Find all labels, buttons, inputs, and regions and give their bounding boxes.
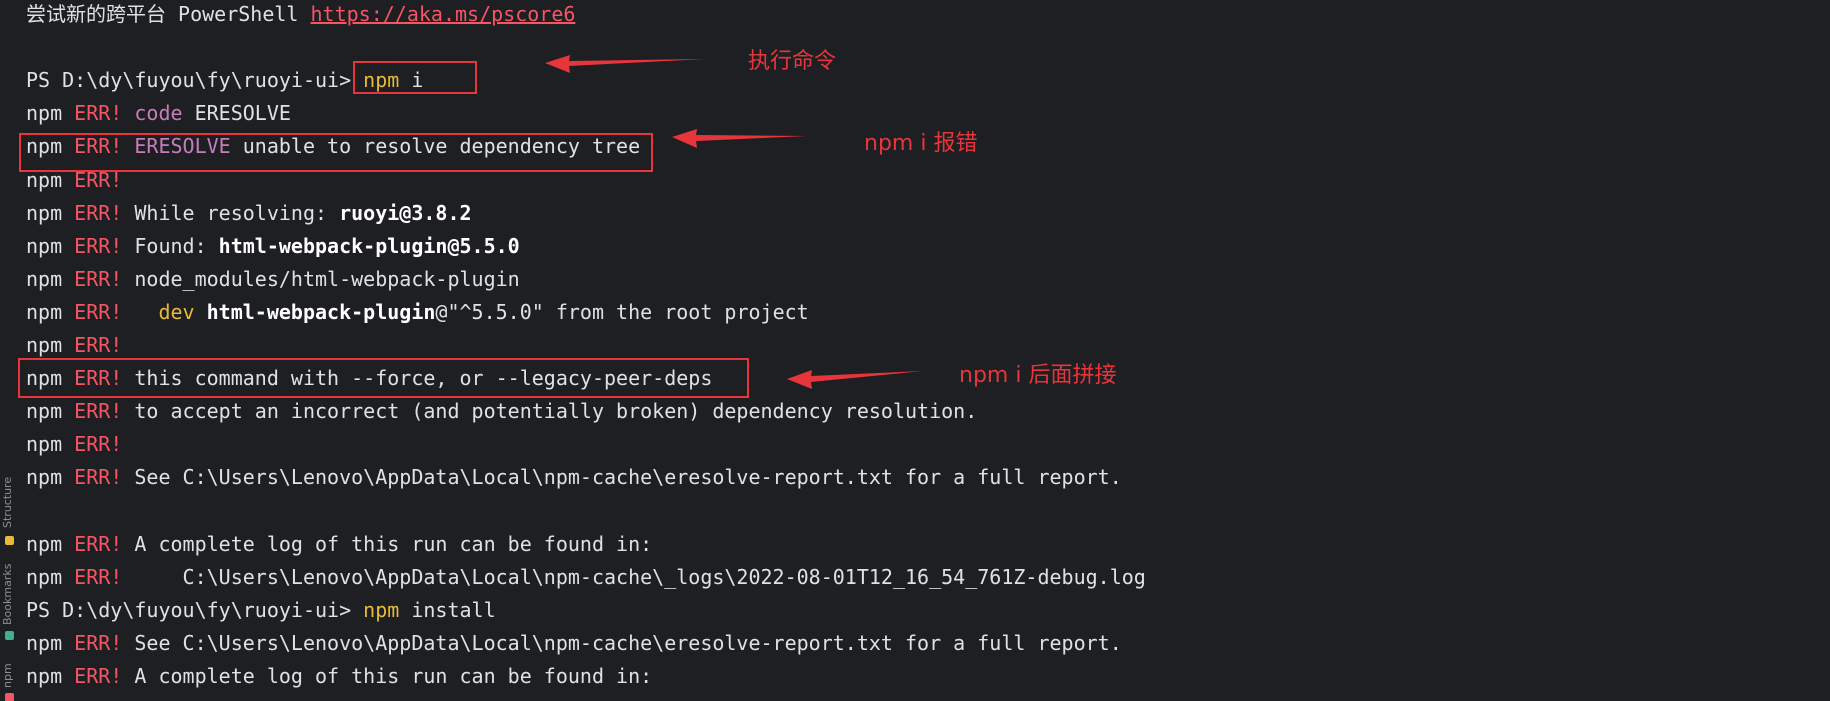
terminal-text-segment: ERR! — [74, 432, 123, 456]
terminal-text-segment: npm — [26, 333, 75, 357]
terminal-text-segment: PS D:\dy\fuyou\fy\ruoyi-ui> — [26, 68, 364, 92]
terminal-line: npm ERR! While resolving: ruoyi@3.8.2 — [26, 197, 472, 230]
terminal-text-segment: ERR! — [74, 333, 123, 357]
terminal-text-segment: html-webpack-plugin — [206, 300, 436, 324]
terminal-text-segment: html-webpack-plugin@5.5.0 — [218, 234, 520, 258]
terminal-line: npm ERR! Found: html-webpack-plugin@5.5.… — [26, 230, 520, 263]
side-tab-bookmarks[interactable]: Bookmarks — [1, 564, 14, 625]
terminal-text-segment: install — [399, 598, 496, 622]
terminal-line: npm ERR! C:\Users\Lenovo\AppData\Local\n… — [26, 561, 1146, 594]
terminal-text-segment: npm — [26, 399, 75, 423]
terminal-line: npm ERR! — [26, 428, 122, 461]
terminal-text-segment: See C:\Users\Lenovo\AppData\Local\npm-ca… — [122, 631, 1122, 655]
terminal-text-segment: C:\Users\Lenovo\AppData\Local\npm-cache\… — [122, 565, 1146, 589]
terminal-text-segment: npm — [26, 465, 75, 489]
terminal-text-segment: ERR! — [74, 631, 123, 655]
terminal-text-segment: dev — [158, 300, 195, 324]
npm-icon[interactable] — [5, 693, 14, 701]
terminal-line: npm ERR! code ERESOLVE — [26, 97, 291, 130]
terminal-text-segment: npm — [363, 598, 400, 622]
side-tool-rail: Structure Bookmarks npm — [0, 470, 20, 701]
terminal-text-segment: ERR! — [74, 532, 123, 556]
terminal-text-segment: ERR! — [74, 234, 123, 258]
terminal-line: npm ERR! A complete log of this run can … — [26, 528, 652, 561]
terminal-text-segment: ERESOLVE — [182, 101, 291, 125]
terminal-text-segment: ERR! — [74, 201, 123, 225]
terminal-text-segment: ERR! — [74, 267, 123, 291]
terminal-text-segment: npm — [26, 267, 75, 291]
terminal-text-segment: ruoyi@3.8.2 — [339, 201, 472, 225]
structure-icon[interactable] — [5, 536, 14, 545]
terminal-text-segment: to accept an incorrect (and potentially … — [122, 399, 978, 423]
terminal-text-segment: ERR! — [74, 101, 123, 125]
terminal-line: npm ERR! See C:\Users\Lenovo\AppData\Loc… — [26, 627, 1122, 660]
terminal-text-segment: npm — [26, 234, 75, 258]
terminal-text-segment: npm — [26, 300, 75, 324]
terminal-line: npm ERR! dev html-webpack-plugin@"^5.5.0… — [26, 296, 809, 329]
terminal-text-segment: @"^5.5.0" from the root project — [435, 300, 809, 324]
terminal-text-segment: 尝试新的跨平台 PowerShell — [26, 2, 311, 26]
terminal-text-segment: ERR! — [74, 465, 123, 489]
highlight-box-error — [19, 133, 653, 172]
arrow-to-fix-hint — [787, 370, 923, 389]
terminal-line: npm ERR! node_modules/html-webpack-plugi… — [26, 263, 520, 296]
annotation-npm-i-append: npm i 后面拼接 — [959, 363, 1117, 388]
side-tab-npm[interactable]: npm — [1, 663, 14, 688]
terminal-text-segment: npm — [26, 101, 75, 125]
terminal-text-segment: npm — [26, 565, 75, 589]
terminal-line: PS D:\dy\fuyou\fy\ruoyi-ui> npm install — [26, 594, 496, 627]
arrow-to-error — [672, 129, 807, 148]
terminal-text-segment: ERR! — [74, 399, 123, 423]
terminal-text-segment: npm — [26, 664, 75, 688]
arrow-to-command — [545, 55, 705, 73]
terminal-line: 尝试新的跨平台 PowerShell https://aka.ms/pscore… — [26, 0, 575, 31]
terminal-panel[interactable]: 尝试新的跨平台 PowerShell https://aka.ms/pscore… — [0, 0, 1830, 701]
terminal-text-segment: Found: — [122, 234, 219, 258]
terminal-text-segment: A complete log of this run can be found … — [122, 532, 653, 556]
terminal-line: npm ERR! See C:\Users\Lenovo\AppData\Loc… — [26, 461, 1122, 494]
side-tab-structure[interactable]: Structure — [1, 477, 14, 528]
terminal-text-segment: npm — [26, 432, 75, 456]
terminal-text-segment: node_modules/html-webpack-plugin — [122, 267, 520, 291]
highlight-box-command — [353, 61, 477, 94]
terminal-text-segment: While resolving: — [122, 201, 340, 225]
terminal-text-segment: See C:\Users\Lenovo\AppData\Local\npm-ca… — [122, 465, 1122, 489]
terminal-text-segment: npm — [26, 631, 75, 655]
highlight-box-fix-hint — [18, 358, 749, 398]
terminal-line: npm ERR! A complete log of this run can … — [26, 660, 652, 693]
terminal-text-segment: npm — [26, 201, 75, 225]
terminal-link[interactable]: https://aka.ms/pscore6 — [311, 2, 576, 26]
terminal-text-segment: A complete log of this run can be found … — [122, 664, 653, 688]
terminal-text-segment: ERR! — [74, 300, 123, 324]
terminal-text-segment: ERR! — [74, 664, 123, 688]
terminal-text-segment: ERR! — [74, 565, 123, 589]
bookmarks-icon[interactable] — [5, 631, 14, 640]
terminal-text-segment: PS D:\dy\fuyou\fy\ruoyi-ui> — [26, 598, 364, 622]
terminal-text-segment: npm — [26, 532, 75, 556]
annotation-exec-command: 执行命令 — [748, 49, 837, 74]
terminal-text-segment: code — [134, 101, 183, 125]
annotation-npm-i-error: npm i 报错 — [864, 131, 978, 156]
terminal-line: npm ERR! to accept an incorrect (and pot… — [26, 395, 977, 428]
